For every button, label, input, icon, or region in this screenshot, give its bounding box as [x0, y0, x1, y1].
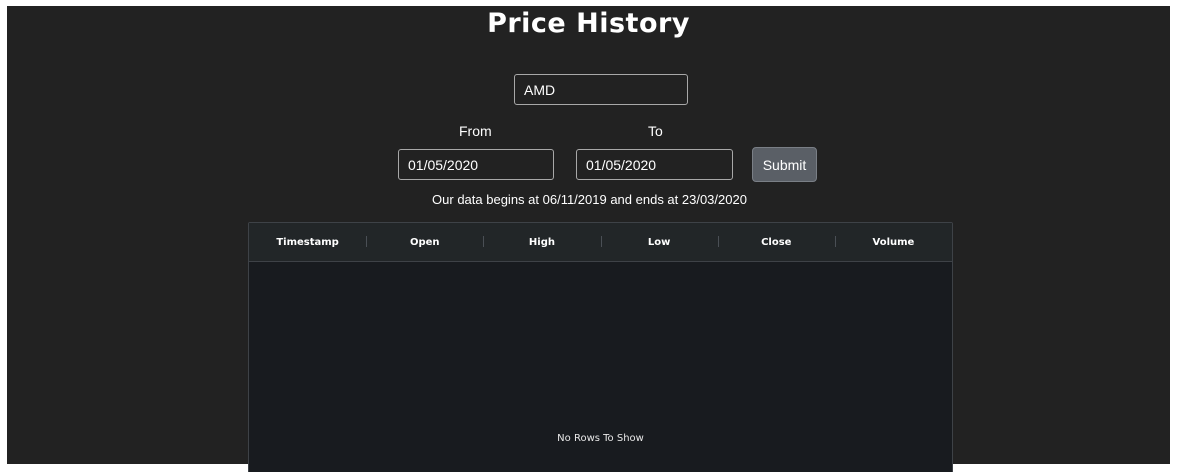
price-grid: Timestamp Open High Low Close Volume No …: [248, 222, 953, 472]
from-date-input[interactable]: [398, 149, 554, 180]
column-header-open[interactable]: Open: [366, 223, 483, 261]
column-header-low[interactable]: Low: [600, 223, 718, 261]
to-date-input[interactable]: [576, 149, 733, 180]
submit-button[interactable]: Submit: [752, 147, 817, 182]
column-header-timestamp[interactable]: Timestamp: [249, 223, 366, 261]
data-range-info: Our data begins at 06/11/2019 and ends a…: [432, 192, 747, 207]
column-header-high[interactable]: High: [483, 223, 600, 261]
to-label: To: [648, 123, 663, 139]
column-header-close[interactable]: Close: [717, 223, 835, 261]
grid-header: Timestamp Open High Low Close Volume: [249, 223, 952, 262]
page-container: Price History From To Submit Our data be…: [7, 6, 1170, 472]
page-title: Price History: [487, 8, 690, 39]
no-rows-message: No Rows To Show: [557, 433, 644, 444]
from-label: From: [459, 123, 492, 139]
symbol-input[interactable]: [514, 74, 688, 105]
column-header-volume[interactable]: Volume: [834, 223, 952, 261]
